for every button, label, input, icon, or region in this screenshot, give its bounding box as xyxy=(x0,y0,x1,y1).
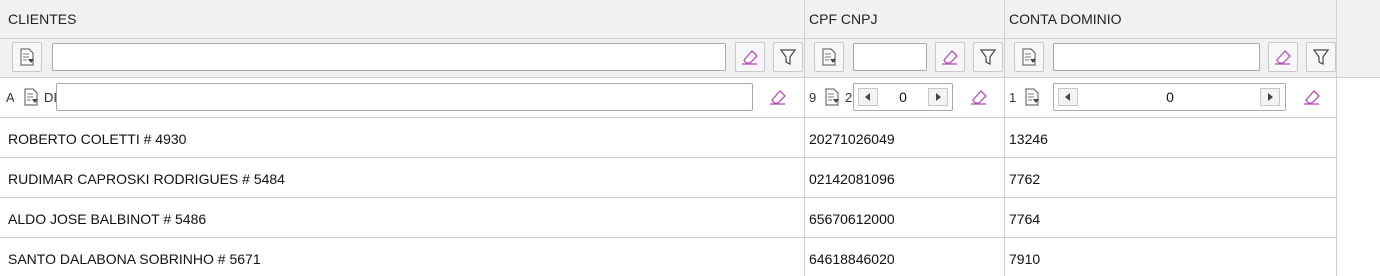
filter-button[interactable] xyxy=(973,42,1003,72)
grid-line xyxy=(0,157,1336,158)
cell-cpf[interactable]: 20271026049 xyxy=(809,131,895,147)
clientes-edit-input[interactable] xyxy=(56,83,753,111)
conta-spinner[interactable]: 0 xyxy=(1053,83,1286,111)
copy-filter-button[interactable] xyxy=(12,42,42,72)
cell-cliente[interactable]: ROBERTO COLETTI # 4930 xyxy=(8,131,186,147)
spin-increment-button[interactable] xyxy=(928,88,948,106)
cpf-filter-input[interactable] xyxy=(853,43,927,71)
filter-button[interactable] xyxy=(773,42,803,72)
cell-cliente[interactable]: SANTO DALABONA SOBRINHO # 5671 xyxy=(8,251,261,267)
eraser-icon xyxy=(1275,50,1291,65)
cell-cpf[interactable]: 65670612000 xyxy=(809,211,895,227)
cell-cliente[interactable]: ALDO JOSE BALBINOT # 5486 xyxy=(8,211,206,227)
cell-cliente[interactable]: RUDIMAR CAPROSKI RODRIGUES # 5484 xyxy=(8,171,285,187)
grid-line xyxy=(0,237,1336,238)
clear-filter-button[interactable] xyxy=(735,42,765,72)
cell-cpf[interactable]: 02142081096 xyxy=(809,171,895,187)
column-header-conta-dominio[interactable]: CONTA DOMINIO xyxy=(1009,11,1122,27)
clear-row-button[interactable] xyxy=(763,82,793,112)
document-arrow-icon xyxy=(825,88,839,106)
document-arrow-icon xyxy=(20,48,34,66)
document-arrow-icon xyxy=(822,48,836,66)
clear-row-button[interactable] xyxy=(1297,82,1327,112)
copy-row-button[interactable] xyxy=(1017,82,1047,112)
funnel-icon xyxy=(779,49,797,65)
cell-conta[interactable]: 13246 xyxy=(1009,131,1048,147)
cell-cpf[interactable]: 64618846020 xyxy=(809,251,895,267)
eraser-icon xyxy=(770,90,786,105)
cell-conta[interactable]: 7762 xyxy=(1009,171,1040,187)
filter-button[interactable] xyxy=(1306,42,1336,72)
conta-spinner-value[interactable]: 0 xyxy=(1080,89,1260,105)
clear-row-button[interactable] xyxy=(964,82,994,112)
grid-line xyxy=(0,197,1336,198)
funnel-icon xyxy=(1312,49,1330,65)
document-arrow-icon xyxy=(1022,48,1036,66)
cpf-spinner[interactable]: 0 xyxy=(853,83,953,111)
grid-line xyxy=(1004,0,1005,276)
eraser-icon xyxy=(742,50,758,65)
document-arrow-icon xyxy=(24,88,38,106)
copy-row-button[interactable] xyxy=(817,82,847,112)
grid-line xyxy=(0,38,1336,39)
clientes-filter-input[interactable] xyxy=(52,43,726,71)
clientes-cell-fragment: A xyxy=(6,90,14,105)
grid-line xyxy=(0,117,1336,118)
grid-line xyxy=(804,0,805,276)
spin-decrement-button[interactable] xyxy=(858,88,878,106)
copy-filter-button[interactable] xyxy=(814,42,844,72)
clientes-cell-fragment: DI xyxy=(44,90,56,105)
triangle-right-icon xyxy=(936,93,941,101)
spin-decrement-button[interactable] xyxy=(1058,88,1078,106)
column-header-clientes[interactable]: CLIENTES xyxy=(8,11,76,27)
clear-filter-button[interactable] xyxy=(935,42,965,72)
spin-increment-button[interactable] xyxy=(1260,88,1280,106)
cpf-cell-fragment: 9 xyxy=(809,90,817,105)
funnel-icon xyxy=(979,49,997,65)
eraser-icon xyxy=(1304,90,1320,105)
triangle-left-icon xyxy=(1065,93,1070,101)
triangle-left-icon xyxy=(865,93,870,101)
conta-cell-fragment: 1 xyxy=(1009,90,1017,105)
grid-line xyxy=(0,77,1380,78)
copy-row-button[interactable] xyxy=(16,82,46,112)
copy-filter-button[interactable] xyxy=(1014,42,1044,72)
cell-conta[interactable]: 7764 xyxy=(1009,211,1040,227)
conta-filter-input[interactable] xyxy=(1053,43,1260,71)
eraser-icon xyxy=(971,90,987,105)
cell-conta[interactable]: 7910 xyxy=(1009,251,1040,267)
header-right-filler xyxy=(1336,0,1380,78)
eraser-icon xyxy=(942,50,958,65)
triangle-right-icon xyxy=(1268,93,1273,101)
grid-line xyxy=(1336,0,1337,276)
cpf-cell-fragment: 2 xyxy=(845,90,853,105)
clear-filter-button[interactable] xyxy=(1268,42,1298,72)
column-header-cpf-cnpj[interactable]: CPF CNPJ xyxy=(809,11,877,27)
document-arrow-icon xyxy=(1025,88,1039,106)
cpf-spinner-value[interactable]: 0 xyxy=(880,89,926,105)
